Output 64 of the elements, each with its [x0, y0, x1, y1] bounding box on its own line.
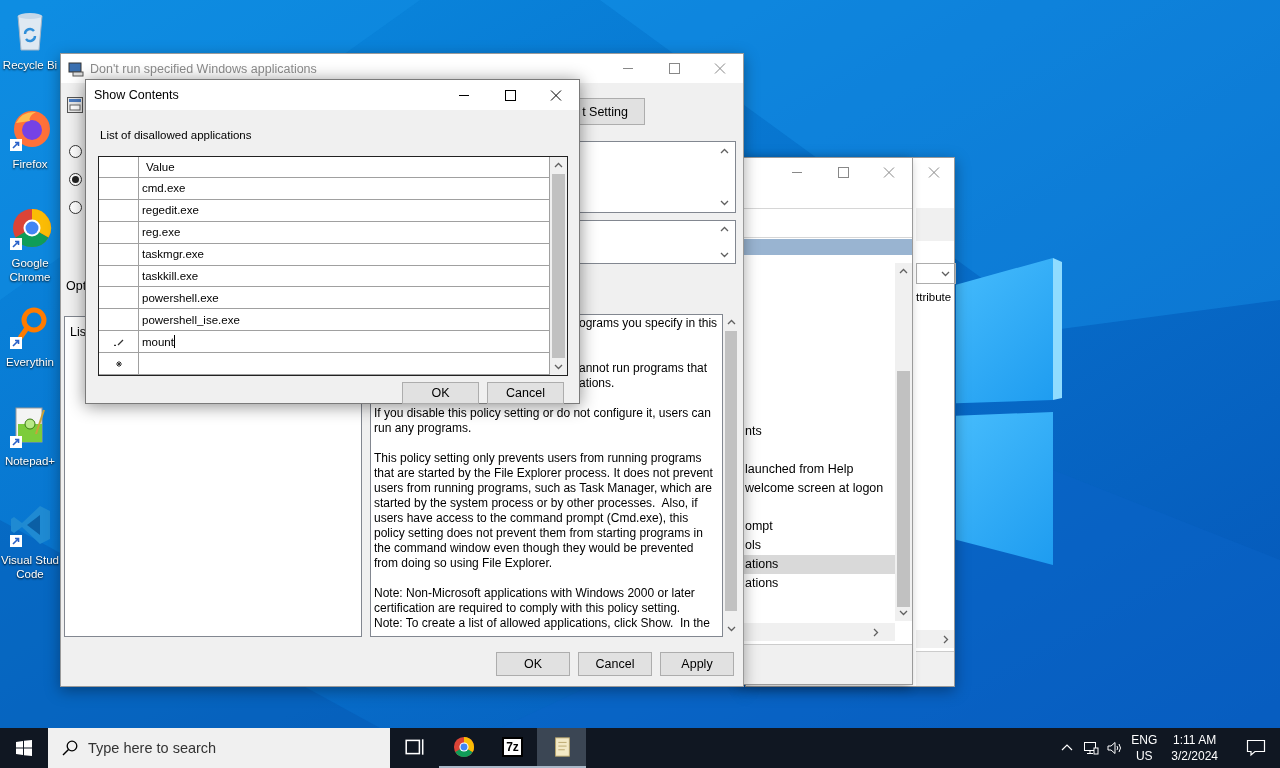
scrollbar[interactable] [916, 630, 954, 648]
desktop-icon-label[interactable]: Firefox [0, 157, 60, 171]
windows-logo-icon[interactable] [16, 740, 32, 756]
chrome-icon[interactable] [452, 736, 475, 758]
scroll-thumb[interactable] [552, 174, 565, 358]
options-label: Opt [66, 279, 87, 293]
toolbar [916, 208, 954, 241]
list-label: Lis [70, 325, 86, 339]
setting-button[interactable]: t Setting [579, 98, 645, 125]
dialog-button[interactable]: Cancel [487, 382, 564, 404]
scrollbar[interactable] [550, 157, 567, 375]
help-text: If you disable this policy setting or do not configure it, users can run any programs. [374, 406, 712, 436]
list-label: List of disallowed applications [100, 129, 252, 141]
help-text: annot run programs that [579, 361, 709, 376]
archiver-icon[interactable]: 7z [502, 737, 523, 757]
scrollbar[interactable] [895, 263, 912, 621]
text-caret [173, 335, 175, 349]
notification-icon[interactable] [1246, 739, 1266, 757]
vscode-icon[interactable] [8, 503, 52, 547]
list-item[interactable]: welcome screen at logon [741, 479, 896, 498]
scrollbar[interactable] [741, 623, 895, 641]
scroll-thumb[interactable] [897, 371, 910, 607]
dialog-button[interactable]: OK [496, 652, 570, 676]
language-indicator[interactable]: ENG [1131, 732, 1158, 748]
policy-icon [68, 60, 84, 77]
dialog-button[interactable]: Cancel [578, 652, 652, 676]
dropdown[interactable] [916, 263, 956, 284]
desktop-icon-label[interactable]: Everythin [0, 355, 60, 369]
help-text: ograms you specify in this [579, 316, 719, 331]
desktop-icon-label[interactable]: Google Chrome [0, 256, 60, 284]
task-view-icon[interactable] [403, 736, 426, 758]
volume-icon[interactable] [1107, 740, 1124, 756]
clock-time[interactable]: 1:11 AM [1173, 732, 1217, 748]
scroll-thumb[interactable] [725, 331, 737, 611]
region-indicator[interactable]: US [1135, 748, 1153, 764]
column-header[interactable]: ttribute [916, 291, 952, 303]
help-text: ations. [579, 376, 616, 391]
network-icon[interactable] [1083, 740, 1100, 756]
clock-date[interactable]: 3/2/2024 [1171, 748, 1218, 764]
taskbar-button[interactable] [537, 728, 586, 768]
desktop-icon-label[interactable]: Recycle Bi [0, 58, 60, 72]
radio-button[interactable] [69, 173, 82, 186]
window-title: Don't run specified Windows applications [90, 61, 317, 76]
status-bar [916, 651, 954, 686]
window-title: Show Contents [93, 88, 179, 102]
setting-icon [67, 97, 83, 113]
desktop-icon-label[interactable]: Visual Stud Code [0, 553, 60, 581]
pencil-icon [112, 337, 125, 346]
desktop-icon-label[interactable]: Notepad+ [0, 454, 60, 468]
list-item[interactable]: ompt [741, 517, 896, 536]
search-icon [62, 740, 78, 756]
list-item[interactable]: ations [741, 555, 896, 574]
list-item[interactable]: launched from Help [741, 460, 896, 479]
list-item[interactable]: ations [741, 574, 896, 593]
radio-button[interactable] [69, 145, 82, 158]
asterisk-icon [115, 360, 122, 367]
dialog-button[interactable]: Apply [660, 652, 734, 676]
list-item[interactable]: nts [741, 422, 896, 441]
help-text: This policy setting only prevents users from running programs that are started by the File Explorer process. It does not prevent users from running programs, such as Task Manager, which are started by the system process or by other processes. Also, if users have access to the command prompt (Cmd.exe), this policy setting does not prevent them from starting programs in the command window even though they would be prevented from doing so using File Explorer. [374, 451, 714, 571]
dialog-button[interactable]: OK [402, 382, 479, 404]
list-item[interactable]: ols [741, 536, 896, 555]
radio-button[interactable] [69, 201, 82, 214]
search-field[interactable]: Type here to search [48, 728, 390, 768]
help-text: Note: Non-Microsoft applications with Windows 2000 or later certification are required to comply with this policy setting. Note: To create a list of allowed applications, click Show. In the [374, 586, 711, 631]
